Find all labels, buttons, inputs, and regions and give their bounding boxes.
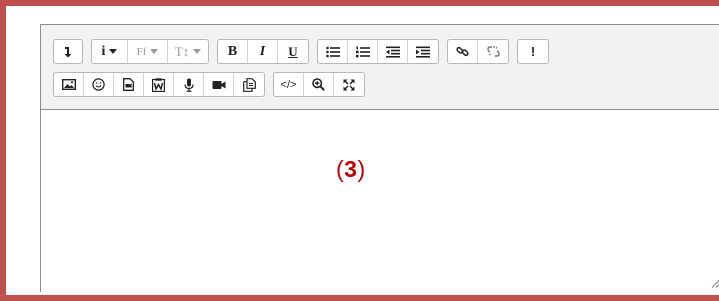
toolbar-row-1: i Ff T↕ B I U ! (53, 39, 557, 64)
annotation-close-paren: ) (357, 156, 366, 182)
accessibility-checker-button[interactable]: ! (518, 40, 548, 63)
list-group (317, 39, 439, 64)
toolbar-row-2: </> (53, 72, 373, 97)
html-source-button[interactable]: </> (274, 73, 304, 96)
format-group: B I U (217, 39, 309, 64)
bold-button[interactable]: B (218, 40, 248, 63)
outdent-button[interactable] (378, 40, 408, 63)
chevron-down-icon (109, 49, 118, 54)
media-group (53, 72, 265, 97)
word-paste-icon (152, 77, 165, 92)
rich-text-editor: i Ff T↕ B I U ! </> (3) (40, 24, 719, 292)
font-family-icon: Ff (136, 45, 147, 58)
annotation-number: 3 (344, 156, 358, 182)
html-icon: </> (280, 78, 297, 91)
expand-toolbar-icon (63, 46, 73, 58)
find-replace-icon (312, 78, 325, 91)
ordered-list-button[interactable] (348, 40, 378, 63)
underline-button[interactable]: U (278, 40, 308, 63)
link-button[interactable] (448, 40, 478, 63)
chevron-down-icon (193, 49, 202, 54)
toolbar-toggle-group (53, 39, 83, 64)
link-group (447, 39, 509, 64)
record-video-button[interactable] (204, 73, 234, 96)
chevron-down-icon (150, 49, 159, 54)
link-icon (456, 45, 469, 58)
annotation-label: (3) (336, 156, 366, 183)
outdent-icon (385, 46, 400, 58)
info-icon: i (101, 43, 106, 59)
record-audio-icon (183, 78, 194, 92)
tools-group: </> (273, 72, 365, 97)
indent-icon (416, 46, 430, 58)
image-icon (61, 79, 76, 90)
annotation-open-paren: ( (336, 156, 345, 182)
ordered-list-icon (355, 46, 370, 58)
font-size-button[interactable]: T↕ (168, 40, 208, 63)
media-icon (123, 78, 134, 91)
paste-from-word-button[interactable] (144, 73, 174, 96)
style-group: i Ff T↕ (91, 39, 209, 64)
fullscreen-icon (343, 79, 355, 91)
info-styles-button[interactable]: i (92, 40, 128, 63)
annotation-frame: i Ff T↕ B I U ! </> (3) (0, 0, 719, 301)
resize-handle-icon[interactable] (711, 278, 719, 288)
record-video-icon (212, 80, 226, 90)
font-family-button[interactable]: Ff (128, 40, 168, 63)
unlink-icon (486, 45, 500, 58)
insert-image-button[interactable] (54, 73, 84, 96)
find-replace-button[interactable] (304, 73, 334, 96)
editor-toolbar: i Ff T↕ B I U ! </> (41, 25, 719, 110)
accessibility-group: ! (517, 39, 549, 64)
font-size-icon: T↕ (174, 43, 190, 59)
italic-button[interactable]: I (248, 40, 278, 63)
emoji-icon (92, 78, 105, 91)
indent-button[interactable] (408, 40, 438, 63)
insert-media-button[interactable] (114, 73, 144, 96)
fullscreen-button[interactable] (334, 73, 364, 96)
unordered-list-icon (325, 46, 340, 58)
toolbar-toggle-button[interactable] (54, 40, 82, 63)
editor-content-area[interactable]: (3) (41, 110, 719, 292)
record-audio-button[interactable] (174, 73, 204, 96)
emoji-button[interactable] (84, 73, 114, 96)
manage-files-icon (242, 77, 256, 92)
manage-files-button[interactable] (234, 73, 264, 96)
unordered-list-button[interactable] (318, 40, 348, 63)
unlink-button[interactable] (478, 40, 508, 63)
